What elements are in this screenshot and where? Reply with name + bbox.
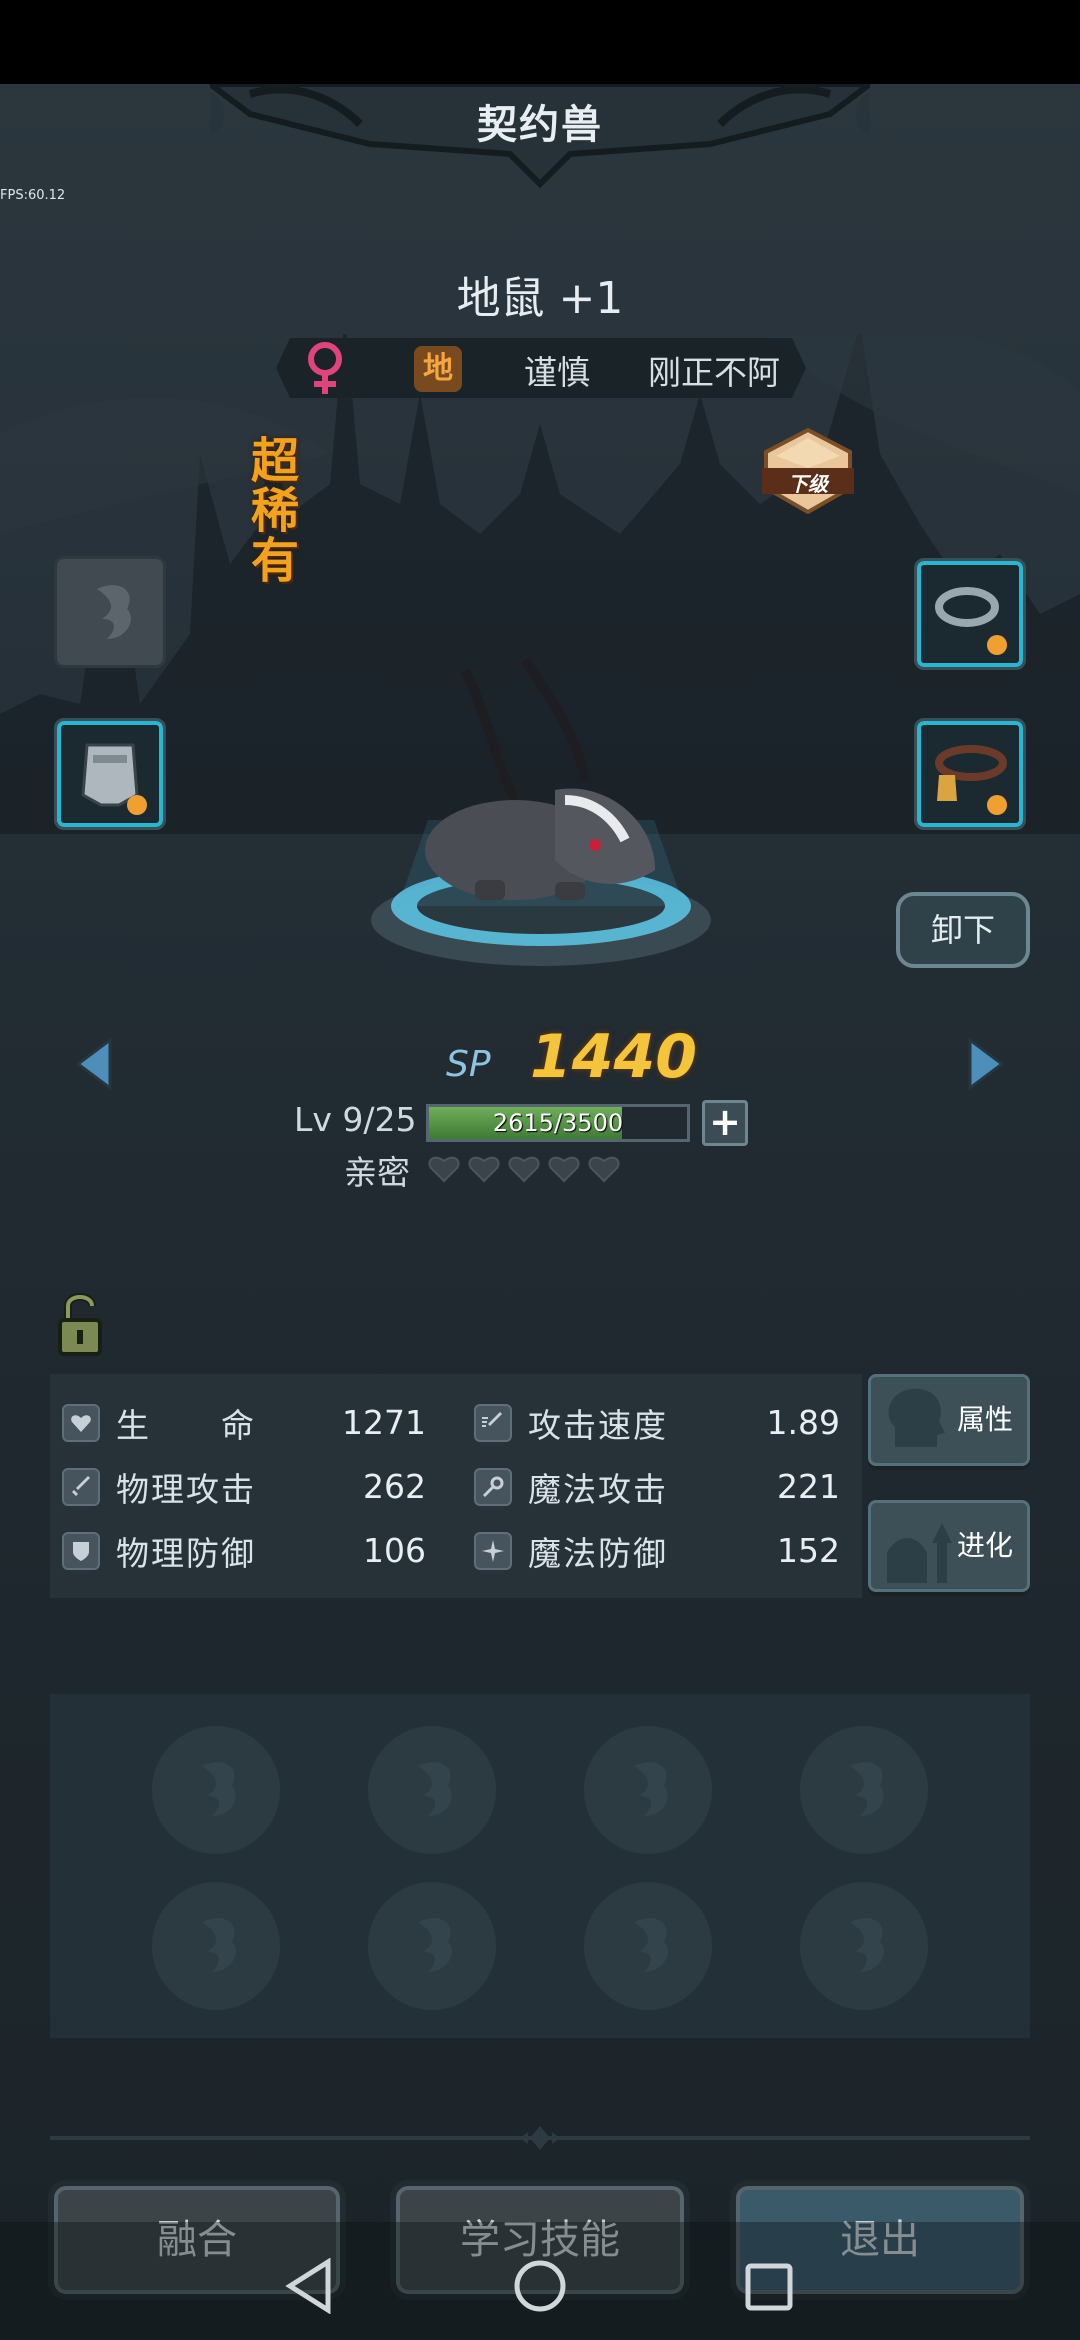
unequip-button[interactable]: 卸下: [896, 892, 1030, 968]
heart-icon: [548, 1156, 580, 1183]
stat-atk-speed-label: 攻击速度: [528, 1406, 668, 1445]
skill-slot-empty[interactable]: [152, 1882, 280, 2010]
skill-slot-empty[interactable]: [800, 1882, 928, 2010]
stat-phys-def-label: 物理防御: [116, 1534, 256, 1573]
skill-slot-empty[interactable]: [800, 1726, 928, 1854]
stat-hp: 生 命: [62, 1398, 256, 1448]
stat-atk-speed: 攻击速度: [474, 1398, 668, 1448]
skill-slot-empty[interactable]: [368, 1882, 496, 2010]
back-icon[interactable]: [284, 2258, 334, 2314]
stat-phys-def-value: 106: [363, 1531, 426, 1570]
stat-magic-def-label: 魔法防御: [528, 1534, 668, 1573]
status-bar: [0, 0, 1080, 84]
heart-icon: [508, 1156, 540, 1183]
stat-atk-speed-value: 1.89: [766, 1403, 840, 1442]
evolve-button[interactable]: 进化: [868, 1500, 1030, 1592]
stat-hp-value: 1271: [342, 1403, 426, 1442]
stats-panel: 生 命 1271 物理攻击 262 物理防御 106 攻击速度 1.89 魔法攻…: [50, 1374, 862, 1598]
armor-icon: [81, 743, 147, 815]
claw-placeholder-icon: [202, 1918, 236, 1972]
bell-collar-icon: [935, 745, 1007, 815]
intimacy-hearts: [428, 1152, 620, 1184]
claw-placeholder-icon: [634, 1762, 668, 1816]
claw-placeholder-icon: [634, 1918, 668, 1972]
intimacy-label: 亲密: [344, 1153, 410, 1192]
fps-counter: FPS:60.12: [0, 188, 66, 203]
next-arrow-icon[interactable]: [966, 1036, 1006, 1092]
equip-slot-ring[interactable]: [914, 558, 1026, 670]
trait-label: 谨慎: [524, 353, 590, 392]
equip-slot-empty[interactable]: [54, 556, 166, 668]
heart-icon: [62, 1404, 100, 1442]
xp-text: 2615/3500: [492, 1109, 624, 1137]
heart-icon: [428, 1156, 460, 1183]
pet-creature-image: [425, 657, 655, 900]
heart-icon: [468, 1156, 500, 1183]
attributes-button-label: 属性: [956, 1403, 1013, 1436]
divider-ornament-icon: [520, 2126, 560, 2150]
xp-progress-bar: 2615/3500: [426, 1104, 690, 1142]
claw-placeholder-icon: [418, 1762, 452, 1816]
sparkle-icon: [474, 1532, 512, 1570]
recents-icon[interactable]: [744, 2262, 794, 2312]
stat-phys-atk: 物理攻击: [62, 1462, 256, 1512]
sword-icon: [62, 1468, 100, 1506]
claw-placeholder-icon: [418, 1918, 452, 1972]
claw-placeholder-icon: [202, 1762, 236, 1816]
stat-magic-def-value: 152: [777, 1531, 840, 1570]
element-badge: 地: [414, 346, 462, 392]
rarity-label: 超稀有: [250, 433, 299, 589]
ring-icon: [935, 587, 1007, 655]
stat-magic-atk: 魔法攻击: [474, 1462, 668, 1512]
pet-name: 地鼠 +1: [456, 273, 624, 324]
stat-hp-label: 生 命: [116, 1406, 256, 1445]
head-profile-icon: [888, 1388, 945, 1447]
grade-label: 下级: [788, 472, 828, 496]
skill-slot-empty[interactable]: [584, 1882, 712, 2010]
equip-slot-collar[interactable]: [914, 718, 1026, 830]
page-title: 契约兽: [477, 102, 603, 148]
stat-phys-def: 物理防御: [62, 1526, 256, 1576]
personality-label: 刚正不阿: [648, 353, 780, 392]
add-xp-button[interactable]: +: [702, 1100, 748, 1146]
stat-phys-atk-value: 262: [363, 1467, 426, 1506]
speed-sword-icon: [474, 1404, 512, 1442]
evolve-arrow-icon: [887, 1523, 952, 1583]
skill-slot-empty[interactable]: [584, 1726, 712, 1854]
claw-placeholder-icon: [97, 585, 131, 639]
heart-icon: [588, 1156, 620, 1183]
skill-slot-empty[interactable]: [152, 1726, 280, 1854]
shield-icon: [62, 1532, 100, 1570]
sp-value: 1440: [530, 1022, 697, 1092]
evolve-button-label: 进化: [956, 1529, 1013, 1562]
stat-magic-atk-label: 魔法攻击: [528, 1470, 668, 1509]
previous-arrow-icon[interactable]: [74, 1036, 114, 1092]
claw-placeholder-icon: [850, 1918, 884, 1972]
unlock-icon[interactable]: [56, 1290, 104, 1358]
stat-magic-def: 魔法防御: [474, 1526, 668, 1576]
female-icon: [308, 342, 342, 394]
equip-slot-armor[interactable]: [54, 718, 166, 830]
claw-placeholder-icon: [850, 1762, 884, 1816]
magic-wand-icon: [474, 1468, 512, 1506]
level-label: Lv 9/25: [294, 1100, 417, 1139]
stat-phys-atk-label: 物理攻击: [116, 1470, 256, 1509]
skills-panel: [50, 1694, 1030, 2038]
skill-slot-empty[interactable]: [368, 1726, 496, 1854]
home-icon[interactable]: [512, 2258, 568, 2314]
sp-label: SP: [446, 1044, 491, 1085]
attributes-button[interactable]: 属性: [868, 1374, 1030, 1466]
stat-magic-atk-value: 221: [777, 1467, 840, 1506]
system-nav-bar: [0, 2222, 1080, 2340]
